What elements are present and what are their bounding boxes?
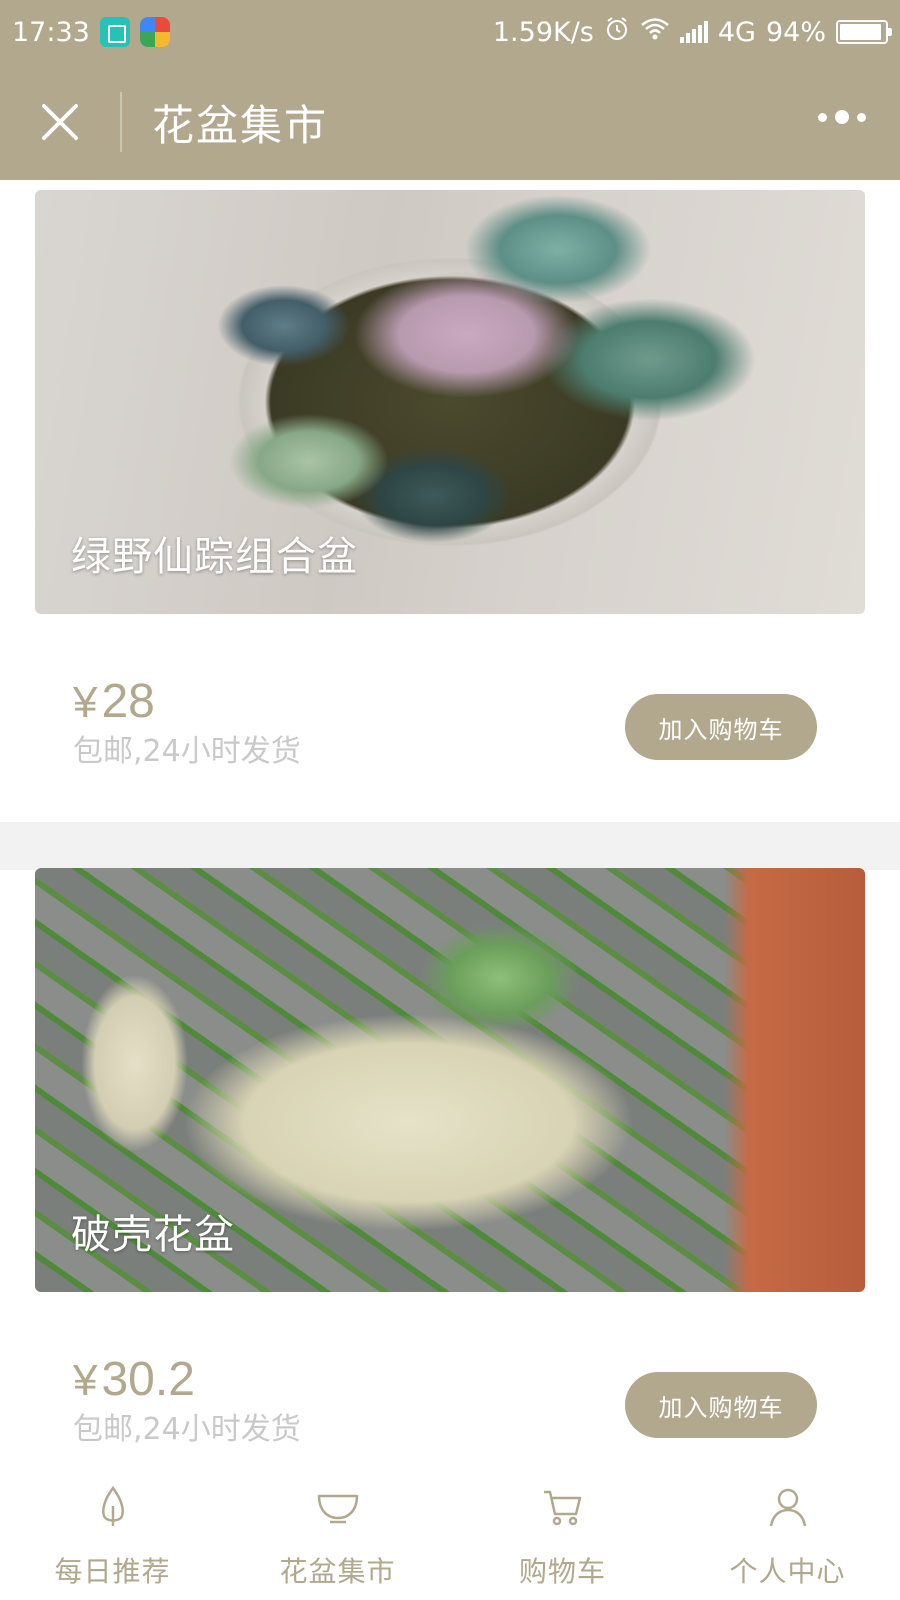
scan-app-icon [99,17,130,47]
user-icon [769,1488,806,1527]
tab-label: 个人中心 [729,1555,846,1588]
more-icon [835,110,849,124]
status-time: 17:33 [12,16,90,48]
page-title: 花盆集市 [152,100,329,150]
status-bar-left: 17:33 [12,17,170,48]
status-bar-right: 1.59K/s 4G 94% [492,16,892,49]
shipping-note: 包邮,24小时发货 [73,734,301,769]
product-list[interactable]: 绿野仙踪组合盆 ¥28 包邮,24小时发货 加入购物车 破壳花盆 ¥30.2 包… [0,180,900,1466]
colorful-app-icon [139,17,170,47]
card-separator [0,822,900,870]
tab-label: 每日推荐 [54,1555,171,1588]
tab-cart[interactable]: 购物车 [450,1466,675,1600]
product-card[interactable]: 破壳花盆 ¥30.2 包邮,24小时发货 加入购物车 [35,868,865,1466]
tab-label: 购物车 [518,1555,606,1588]
product-price: ¥28 [73,674,155,729]
add-to-cart-button[interactable]: 加入购物车 [625,694,817,760]
product-name: 破壳花盆 [71,1212,235,1258]
nav-bar: 花盆集市 [0,64,900,180]
product-name: 绿野仙踪组合盆 [71,534,358,580]
signal-icon [679,21,708,43]
more-button[interactable] [818,110,866,124]
battery-percent: 94% [765,16,826,48]
network-type: 4G [717,16,756,48]
status-bar: 17:33 1.59K/s 4G 94% [0,0,900,64]
succulent-bowl-image[interactable]: 绿野仙踪组合盆 [35,190,865,614]
close-icon [42,104,78,140]
add-to-cart-button[interactable]: 加入购物车 [625,1372,817,1438]
product-price: ¥30.2 [73,1352,195,1407]
tab-daily-recommend[interactable]: 每日推荐 [0,1466,225,1600]
currency-symbol: ¥ [73,1356,98,1405]
product-info: ¥30.2 包邮,24小时发货 加入购物车 [35,1292,865,1466]
close-button[interactable] [0,64,120,180]
product-card[interactable]: 绿野仙踪组合盆 ¥28 包邮,24小时发货 加入购物车 [35,190,865,804]
product-info: ¥28 包邮,24小时发货 加入购物车 [35,614,865,804]
tab-profile[interactable]: 个人中心 [675,1466,900,1600]
bowl-icon [317,1494,358,1524]
wifi-icon [640,17,670,48]
tab-flowerpot-market[interactable]: 花盆集市 [225,1466,450,1600]
tab-bar: 每日推荐 花盆集市 购物车 个人中心 [0,1466,900,1600]
more-icon-dot [857,112,866,122]
alarm-icon [604,16,630,49]
price-value: 30.2 [101,1353,195,1406]
shipping-note: 包邮,24小时发货 [73,1412,301,1447]
cart-icon [543,1490,581,1526]
network-speed: 1.59K/s [492,16,594,48]
leaf-icon [101,1485,124,1526]
nav-divider [120,92,122,152]
battery-icon [836,20,892,44]
price-value: 28 [101,675,155,728]
tab-label: 花盆集市 [279,1555,396,1588]
currency-symbol: ¥ [73,678,98,727]
more-icon-dot [818,112,827,122]
broken-vase-planter-image[interactable]: 破壳花盆 [35,868,865,1292]
